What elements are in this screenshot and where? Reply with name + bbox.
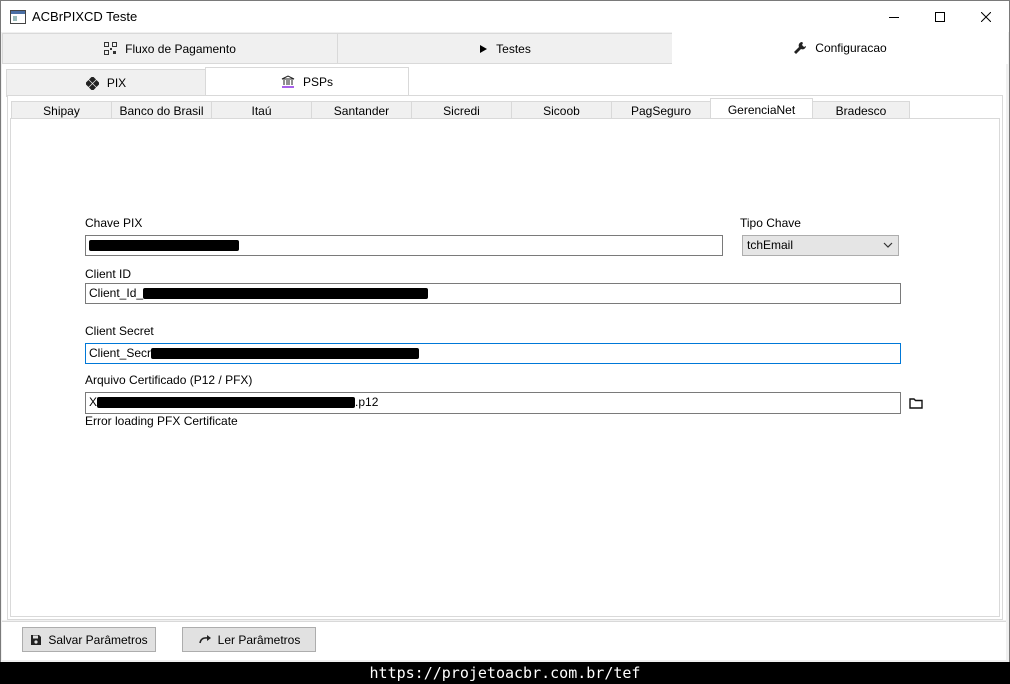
app-icon — [10, 10, 26, 24]
tab-fluxo-de-pagamento[interactable]: Fluxo de Pagamento — [2, 33, 338, 64]
tipo-chave-value: tchEmail — [747, 238, 794, 252]
tipo-chave-select[interactable]: tchEmail — [742, 235, 899, 256]
psp-tab-shipay[interactable]: Shipay — [11, 101, 112, 119]
psp-tab-sicredi[interactable]: Sicredi — [411, 101, 512, 119]
arquivo-certificado-input[interactable]: X .p12 — [85, 392, 901, 414]
arquivo-prefix: X — [89, 395, 98, 409]
tab-label: Fluxo de Pagamento — [125, 41, 236, 56]
maximize-icon — [935, 11, 945, 22]
psp-tab-pagseguro[interactable]: PagSeguro — [611, 101, 711, 119]
tab-pix[interactable]: PIX — [6, 69, 206, 97]
button-label: Ler Parâmetros — [217, 632, 301, 647]
tab-label: Testes — [496, 41, 531, 56]
certificate-error-text: Error loading PFX Certificate — [85, 414, 238, 428]
button-label: Salvar Parâmetros — [48, 632, 148, 647]
ler-parametros-button[interactable]: Ler Parâmetros — [182, 627, 316, 652]
tab-psps[interactable]: PSPs — [205, 67, 409, 97]
folder-icon — [909, 398, 923, 409]
tab-label: PSPs — [302, 75, 333, 89]
tab-label: Itaú — [251, 103, 272, 118]
play-icon — [480, 44, 488, 53]
tab-testes[interactable]: Testes — [337, 33, 673, 64]
main-tabs: Fluxo de Pagamento Testes Configuracao — [2, 31, 1008, 64]
salvar-parametros-button[interactable]: Salvar Parâmetros — [22, 627, 156, 652]
client-id-prefix: Client_Id_ — [89, 286, 144, 300]
wrench-icon — [794, 41, 807, 54]
tab-label: PagSeguro — [630, 103, 692, 118]
client-secret-label: Client Secret — [85, 324, 154, 338]
psp-tab-itau[interactable]: Itaú — [211, 101, 312, 119]
redacted-value — [143, 288, 429, 300]
chave-pix-input[interactable] — [85, 235, 723, 256]
tab-label: Sicoob — [543, 103, 580, 118]
close-button[interactable] — [963, 1, 1009, 32]
arquivo-certificado-label: Arquivo Certificado (P12 / PFX) — [85, 373, 253, 387]
psp-tab-bradesco[interactable]: Bradesco — [812, 101, 910, 119]
minimize-icon — [889, 16, 899, 18]
psp-tab-banco-do-brasil[interactable]: Banco do Brasil — [111, 101, 212, 119]
bank-icon — [281, 75, 295, 88]
client-secret-prefix: Client_Secr — [89, 346, 152, 360]
tab-label: Configuracao — [815, 40, 887, 55]
tipo-chave-label: Tipo Chave — [740, 216, 801, 230]
tab-label: GerenciaNet — [727, 102, 796, 117]
arquivo-suffix: .p12 — [355, 395, 379, 409]
browse-certificate-button[interactable] — [909, 397, 925, 411]
title-bar: ACBrPIXCD Teste — [1, 1, 1009, 32]
psp-tab-santander[interactable]: Santander — [311, 101, 412, 119]
tab-label: Santander — [333, 103, 390, 118]
tab-label: Bradesco — [835, 103, 887, 118]
chevron-down-icon — [883, 242, 893, 248]
tab-label: Shipay — [43, 103, 80, 118]
redacted-value — [97, 397, 356, 409]
client-secret-input[interactable]: Client_Secr — [85, 343, 901, 364]
client-id-input[interactable]: Client_Id_ — [85, 283, 901, 304]
client-id-label: Client ID — [85, 267, 132, 281]
floppy-disk-icon — [31, 634, 42, 645]
psp-tab-sicoob[interactable]: Sicoob — [511, 101, 612, 119]
redo-arrow-icon — [198, 634, 211, 643]
chave-pix-label: Chave PIX — [85, 216, 143, 230]
close-icon — [981, 11, 991, 22]
qr-code-icon — [104, 42, 118, 55]
tab-label: PIX — [106, 76, 127, 90]
redacted-value — [89, 240, 239, 252]
window-title: ACBrPIXCD Teste — [32, 9, 138, 24]
tab-configuracao[interactable]: Configuracao — [672, 31, 1008, 64]
maximize-button[interactable] — [917, 1, 963, 32]
tab-label: Sicredi — [443, 103, 480, 118]
gerencianet-panel — [10, 118, 1000, 617]
footer-url-banner: https://projetoacbr.com.br/tef — [0, 662, 1010, 684]
redacted-value — [151, 348, 420, 360]
psp-tab-gerencianet[interactable]: GerenciaNet — [710, 98, 813, 120]
pix-logo-icon — [85, 76, 99, 90]
tab-label: Banco do Brasil — [119, 103, 204, 118]
minimize-button[interactable] — [871, 1, 917, 32]
